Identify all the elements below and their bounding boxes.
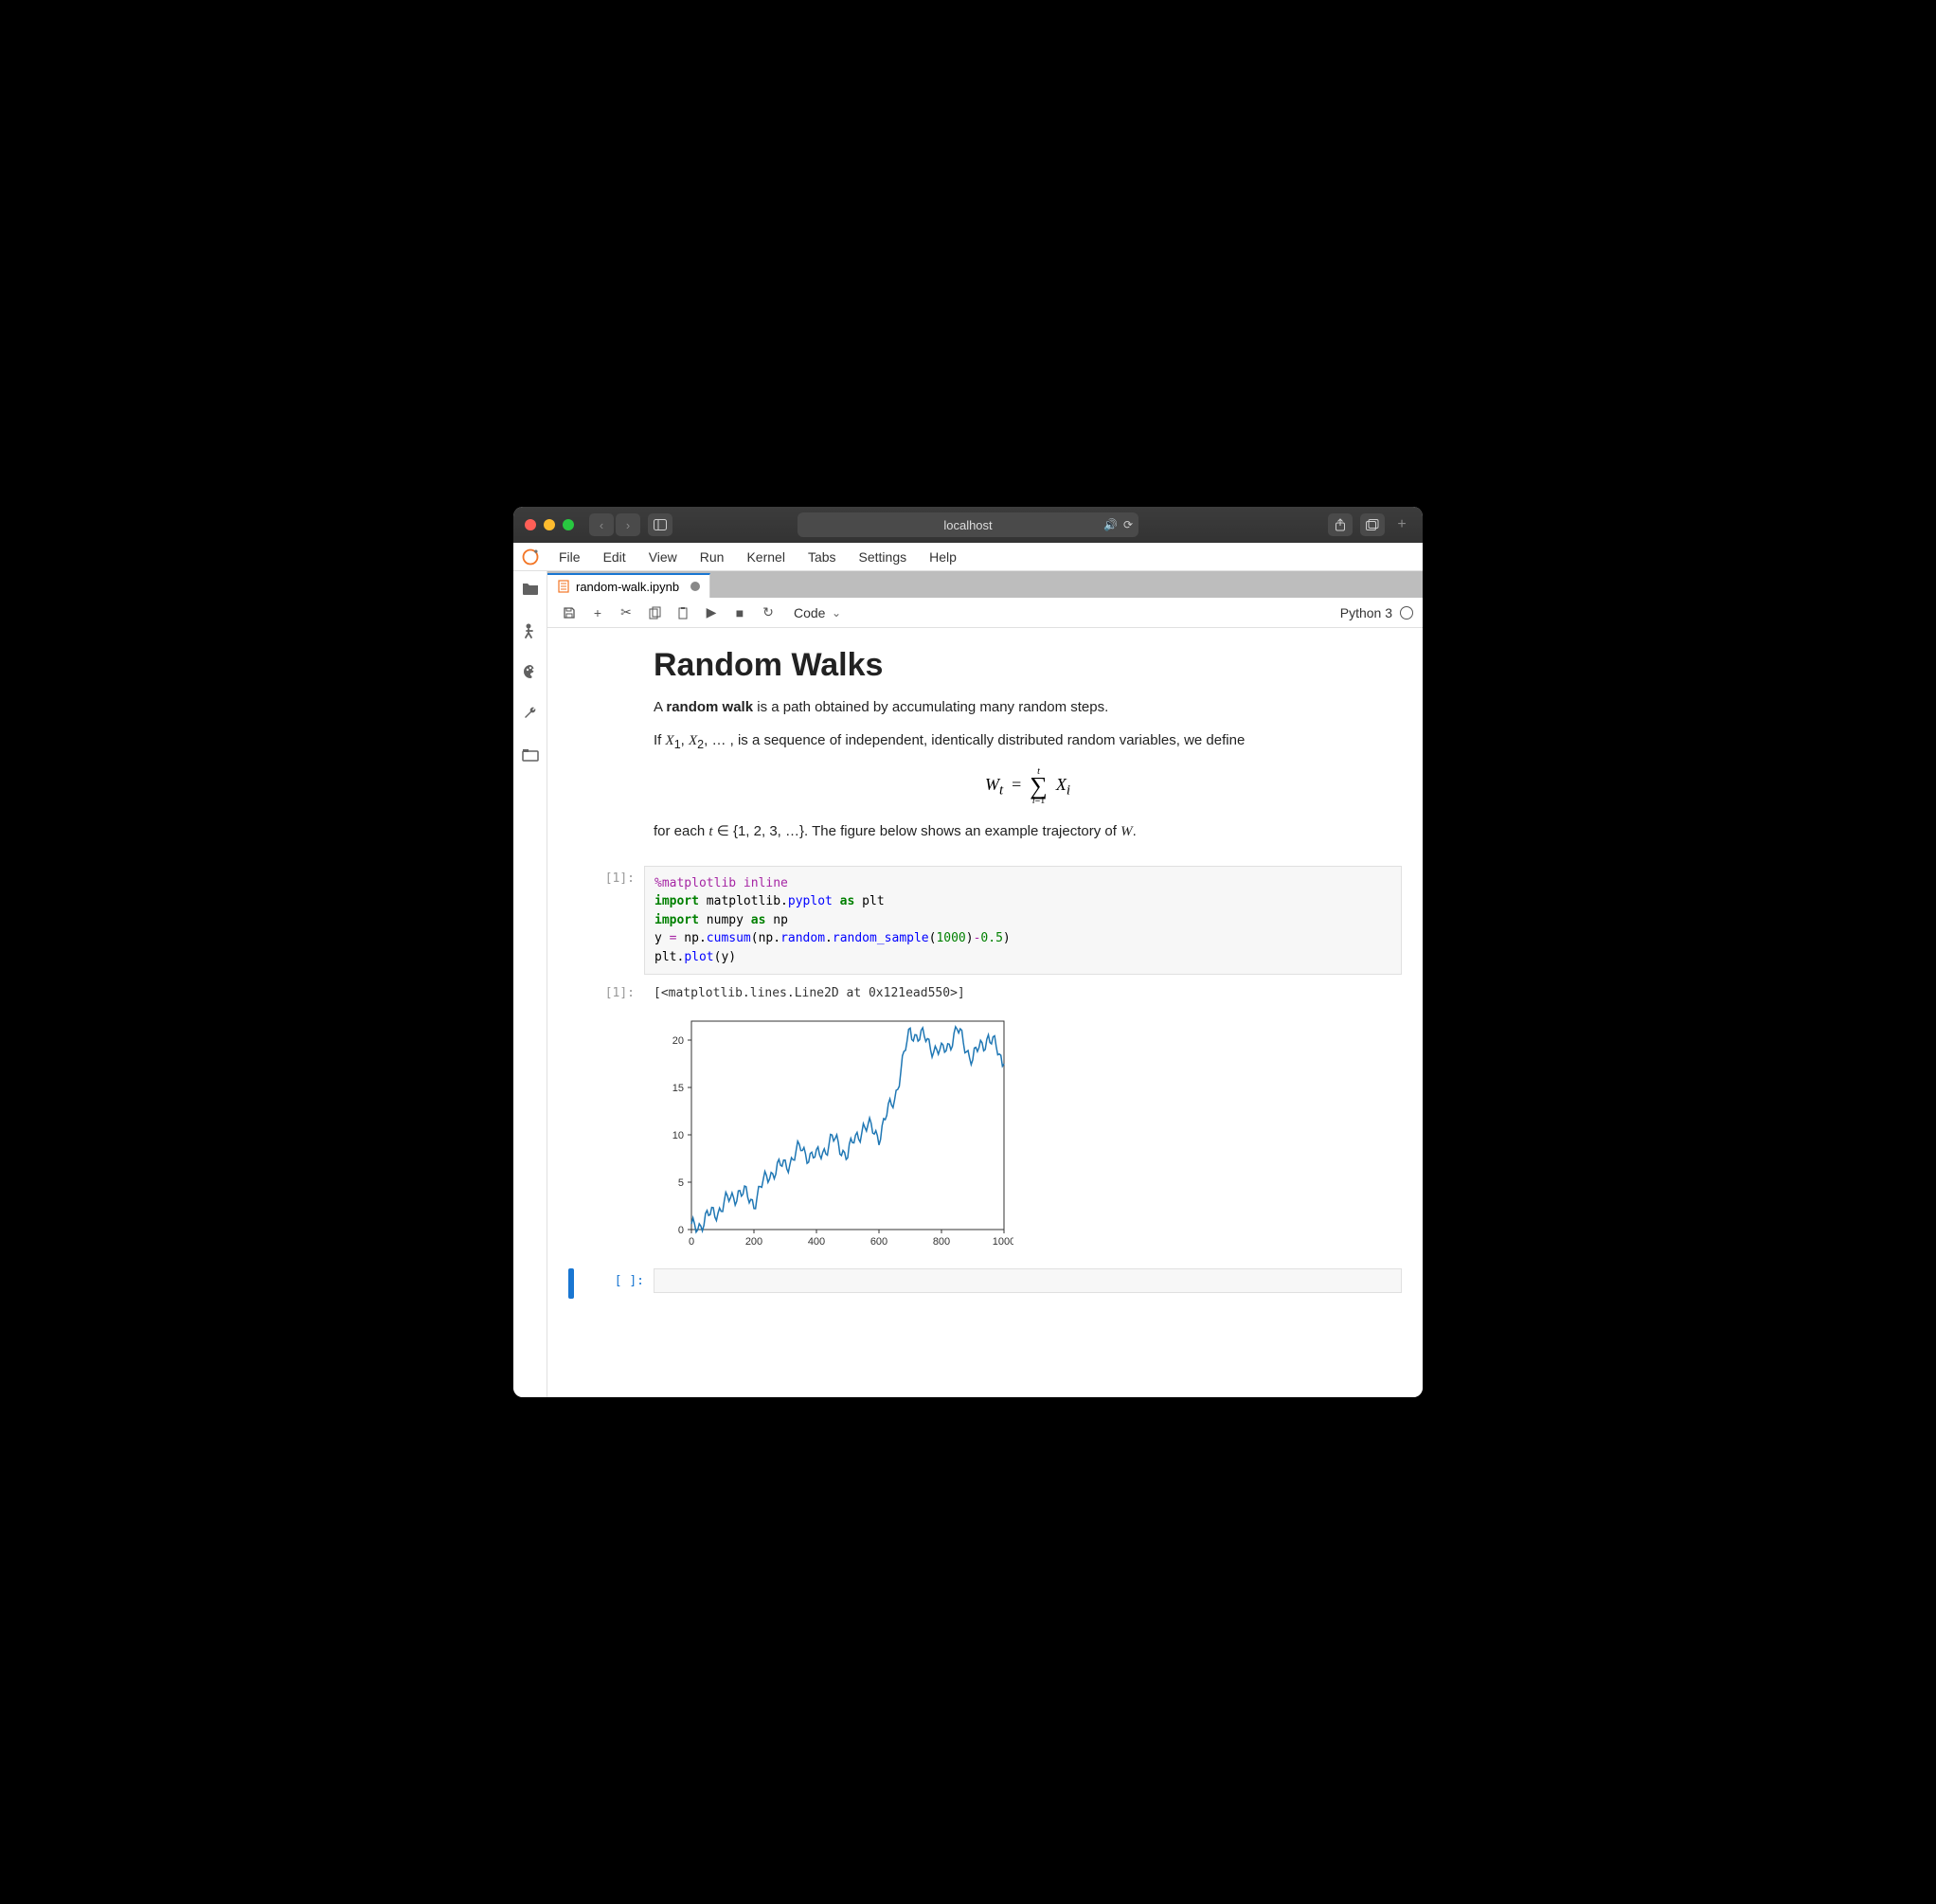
input-prompt: [1]:: [568, 866, 644, 976]
unsaved-dot-icon: [690, 582, 700, 591]
plot-output: 0 200 400 600 800 1000 0 5 10 15 20: [644, 1012, 1402, 1263]
active-cell-indicator: [568, 1268, 574, 1299]
running-icon[interactable]: [519, 619, 542, 641]
menu-help[interactable]: Help: [918, 549, 968, 565]
sidebar-toggle-button[interactable]: [648, 513, 672, 536]
menu-edit[interactable]: Edit: [592, 549, 637, 565]
tabs-button[interactable]: [1360, 513, 1385, 536]
add-cell-button[interactable]: +: [585, 602, 610, 624]
code-cell-1[interactable]: [1]: %matplotlib inline import matplotli…: [568, 866, 1402, 976]
browser-window: ‹ › localhost 🔊 ⟳ + FileEditViewRun: [513, 507, 1423, 1397]
notebook-icon: [557, 580, 570, 593]
address-bar[interactable]: localhost 🔊 ⟳: [798, 512, 1138, 537]
markdown-cell[interactable]: Random Walks A random walk is a path obt…: [568, 647, 1402, 866]
cut-button[interactable]: ✂: [614, 602, 638, 624]
equation: Wt = t ∑ i=1 Xi: [654, 766, 1402, 806]
paste-button[interactable]: [671, 602, 695, 624]
menu-file[interactable]: File: [547, 549, 592, 565]
code-input[interactable]: %matplotlib inline import matplotlib.pyp…: [644, 866, 1402, 976]
output-prompt: [1]:: [568, 980, 644, 1006]
share-button[interactable]: [1328, 513, 1353, 536]
audio-icon[interactable]: 🔊: [1103, 518, 1118, 531]
new-tab-button[interactable]: +: [1392, 513, 1411, 536]
notebook-toolbar: + ✂ ▶ ■ ↻ Code Python 3: [547, 598, 1423, 628]
copy-button[interactable]: [642, 602, 667, 624]
restart-button[interactable]: ↻: [756, 602, 780, 624]
address-text: localhost: [943, 518, 992, 532]
code-input-empty[interactable]: [654, 1268, 1402, 1293]
stop-button[interactable]: ■: [727, 602, 752, 624]
svg-text:15: 15: [672, 1083, 684, 1094]
svg-text:200: 200: [745, 1236, 762, 1248]
minimize-window-button[interactable]: [544, 519, 555, 530]
output-text: [<matplotlib.lines.Line2D at 0x121ead550…: [644, 980, 1402, 1006]
notebook-tab[interactable]: random-walk.ipynb: [547, 573, 710, 598]
menu-run[interactable]: Run: [689, 549, 736, 565]
output-cell-1-plot: 0 200 400 600 800 1000 0 5 10 15 20: [568, 1012, 1402, 1263]
wrench-icon[interactable]: [519, 702, 542, 725]
reload-icon[interactable]: ⟳: [1123, 518, 1133, 531]
close-window-button[interactable]: [525, 519, 536, 530]
svg-text:400: 400: [808, 1236, 825, 1248]
folder-icon[interactable]: [519, 577, 542, 600]
svg-text:5: 5: [678, 1177, 684, 1189]
palette-icon[interactable]: [519, 660, 542, 683]
notebook-panel[interactable]: Random Walks A random walk is a path obt…: [547, 628, 1423, 1397]
menu-settings[interactable]: Settings: [848, 549, 919, 565]
left-sidebar: [513, 571, 547, 1397]
output-cell-1-text: [1]: [<matplotlib.lines.Line2D at 0x121e…: [568, 980, 1402, 1006]
maximize-window-button[interactable]: [563, 519, 574, 530]
jupyter-logo: [513, 548, 547, 566]
traffic-lights: [525, 519, 574, 530]
svg-text:10: 10: [672, 1130, 684, 1141]
jupyter-menubar: FileEditViewRunKernelTabsSettingsHelp: [513, 543, 1423, 571]
svg-text:0: 0: [689, 1236, 694, 1248]
forward-button[interactable]: ›: [616, 513, 640, 536]
main-area: random-walk.ipynb + ✂ ▶ ■ ↻ Code: [547, 571, 1423, 1397]
md-paragraph-3: for each t ∈ {1, 2, 3, …}. The figure be…: [654, 821, 1402, 843]
back-button[interactable]: ‹: [589, 513, 614, 536]
svg-text:800: 800: [933, 1236, 950, 1248]
svg-text:600: 600: [870, 1236, 887, 1248]
kernel-status-icon: [1400, 606, 1413, 620]
nav-arrows: ‹ ›: [589, 513, 640, 536]
svg-text:0: 0: [678, 1225, 684, 1236]
kernel-indicator[interactable]: Python 3: [1340, 605, 1413, 620]
md-paragraph-2: If X1, X2, … , is a sequence of independ…: [654, 730, 1402, 754]
kernel-name: Python 3: [1340, 605, 1392, 620]
input-prompt-empty: [ ]:: [578, 1268, 654, 1293]
menu-kernel[interactable]: Kernel: [735, 549, 796, 565]
run-button[interactable]: ▶: [699, 602, 724, 624]
page-title: Random Walks: [654, 647, 1402, 684]
save-button[interactable]: [557, 602, 582, 624]
menu-view[interactable]: View: [637, 549, 689, 565]
md-paragraph-1: A random walk is a path obtained by accu…: [654, 697, 1402, 719]
tabs-icon[interactable]: [519, 744, 542, 766]
tab-row: random-walk.ipynb: [547, 571, 1423, 598]
empty-code-cell[interactable]: [ ]:: [568, 1268, 1402, 1299]
tab-label: random-walk.ipynb: [576, 580, 679, 594]
celltype-select[interactable]: Code: [790, 603, 845, 622]
svg-text:20: 20: [672, 1035, 684, 1047]
titlebar: ‹ › localhost 🔊 ⟳ +: [513, 507, 1423, 543]
svg-text:1000: 1000: [993, 1236, 1013, 1248]
menu-tabs[interactable]: Tabs: [797, 549, 848, 565]
